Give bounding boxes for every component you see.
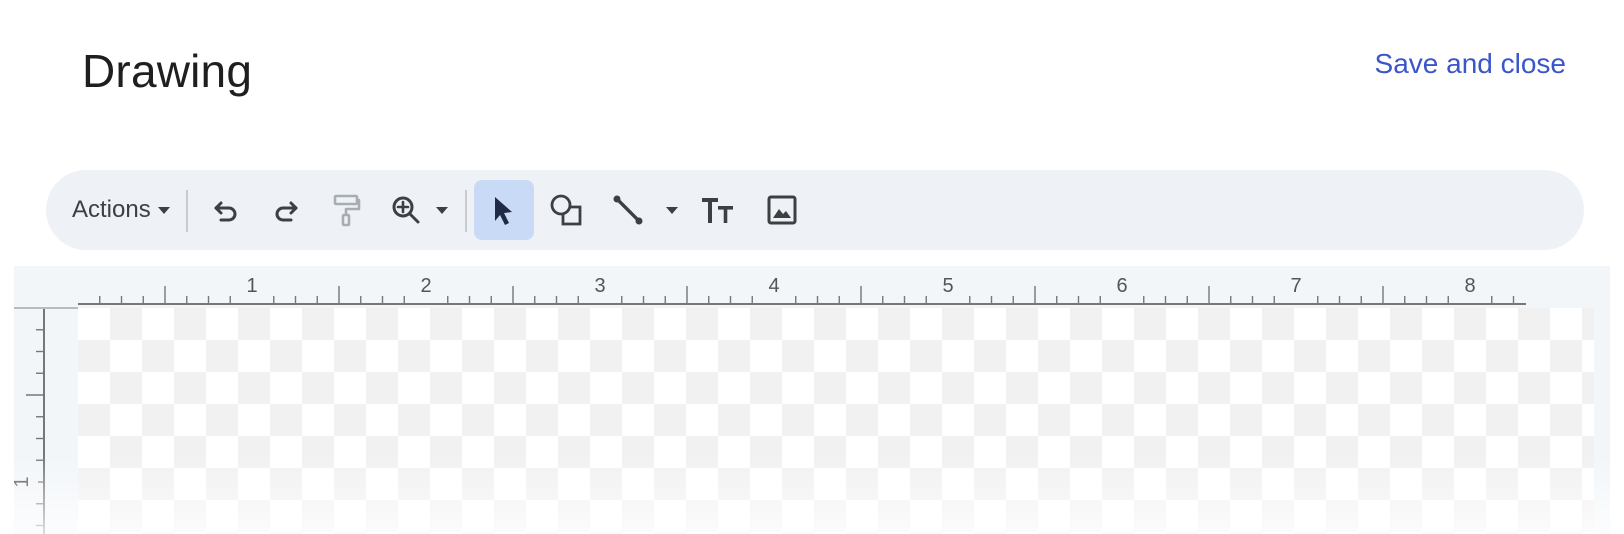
caret-down-icon [157,207,170,214]
horizontal-ruler: 1 2 3 4 5 6 7 8 [78,275,1526,305]
ruler-label: 8 [1464,275,1475,297]
toolbar-separator [465,190,467,232]
text-box-icon [702,198,733,223]
ruler-label: 3 [594,275,605,297]
ruler-label: 7 [1290,275,1301,297]
drawing-canvas-area: 1 2 3 4 5 6 7 8 1 [14,266,1610,534]
image-icon [767,195,797,225]
ruler-label: 1 [14,476,33,487]
actions-label: Actions [72,196,151,223]
caret-down-icon [436,207,448,214]
ruler-label: 4 [768,275,779,297]
select-tool-button[interactable] [474,180,534,240]
caret-down-icon [666,207,678,214]
line-icon [613,195,643,225]
ruler-label: 1 [246,275,257,297]
vertical-ruler: 1 [14,307,78,534]
ruler-label: 2 [420,275,431,297]
shapes-icon [550,194,582,226]
line-tool-button[interactable] [598,180,658,240]
actions-menu-button[interactable]: Actions [72,190,171,230]
toolbar-separator [186,190,188,232]
text-box-button[interactable] [688,180,748,240]
toolbar: Actions [46,170,1584,250]
ruler-label: 5 [942,275,953,297]
cursor-arrow-icon [495,197,512,225]
zoom-menu-button[interactable] [429,190,455,230]
drawing-canvas[interactable] [78,308,1594,534]
ruler-label: 6 [1116,275,1127,297]
undo-button[interactable] [196,180,256,240]
paint-format-button[interactable] [316,180,376,240]
page-title: Drawing [82,45,253,97]
redo-icon [275,201,298,222]
insert-image-button[interactable] [752,180,812,240]
paint-roller-icon [333,194,361,227]
zoom-button[interactable] [376,180,436,240]
undo-icon [214,201,237,222]
redo-button[interactable] [256,180,316,240]
line-menu-button[interactable] [659,190,685,230]
shape-tool-button[interactable] [536,180,596,240]
zoom-in-icon [392,196,420,224]
save-and-close-button[interactable]: Save and close [1369,44,1572,84]
